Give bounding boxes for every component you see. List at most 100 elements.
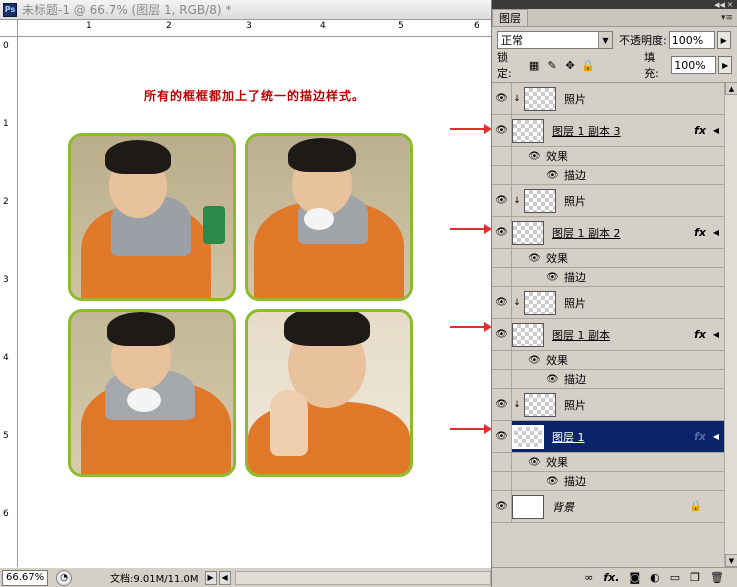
zoom-field[interactable]: 66.67% [2,569,48,586]
panel-menu-icon[interactable]: ▾≡ [721,13,733,23]
adjustment-layer-icon[interactable]: ◐ [650,571,660,584]
layer-row[interactable]: 👁 ↓ 照片 [492,83,724,115]
layer-name[interactable]: 照片 [564,193,586,209]
visibility-eye-icon[interactable]: 👁 [492,185,512,216]
chevron-down-icon[interactable]: ▼ [598,32,612,48]
effects-row[interactable]: 👁 效果 [492,453,724,472]
layer-thumbnail [512,494,544,519]
layer-name[interactable]: 图层 1 副本 3 [552,123,621,139]
photo-hand [270,390,308,456]
expand-effects-icon[interactable]: ◀ [713,228,719,237]
fill-slider-arrow-icon[interactable]: ▶ [718,56,732,74]
effects-eye-icon[interactable]: 👁 [528,151,544,162]
lock-paint-icon[interactable]: ✎ [546,59,558,72]
vertical-ruler[interactable]: 0 1 2 3 4 5 6 [0,37,18,567]
photo-frame-3[interactable] [68,309,236,477]
stroke-eye-icon[interactable]: 👁 [546,374,562,385]
panel-collapse-bar[interactable]: ◀◀ ✕ [492,0,737,9]
layer-name[interactable]: 照片 [564,91,586,107]
visibility-eye-icon[interactable]: 👁 [492,389,512,420]
fx-icon[interactable]: fx [694,430,706,443]
add-style-icon[interactable]: fx. [603,571,619,584]
horizontal-ruler[interactable]: 1 2 3 4 5 6 [18,20,491,37]
stroke-eye-icon[interactable]: 👁 [546,170,562,181]
photo-hair [105,140,171,174]
effects-row[interactable]: 👁 效果 [492,147,724,166]
layers-scrollbar[interactable]: ▲ ▼ [724,82,737,567]
visibility-eye-icon[interactable]: 👁 [492,115,512,146]
visibility-eye-icon[interactable]: 👁 [492,83,512,114]
stroke-effect-row[interactable]: 👁 描边 [492,268,724,287]
link-layers-icon[interactable]: ∞ [584,571,593,584]
stroke-effect-row[interactable]: 👁 描边 [492,166,724,185]
effects-row[interactable]: 👁 效果 [492,249,724,268]
visibility-eye-icon[interactable] [492,147,512,165]
lock-position-icon[interactable]: ✥ [564,59,576,72]
lock-transparency-icon[interactable]: ▦ [528,59,540,72]
add-mask-icon[interactable]: ◙ [629,571,640,584]
stroke-eye-icon[interactable]: 👁 [546,476,562,487]
scroll-left-icon[interactable]: ◀ [218,570,231,585]
stroke-eye-icon[interactable]: 👁 [546,272,562,283]
visibility-eye-icon[interactable] [492,370,512,388]
expand-effects-icon[interactable]: ◀ [713,432,719,441]
layer-row-selected[interactable]: 👁 图层 1 fx ◀ [492,421,724,453]
layer-row[interactable]: 👁 ↓ 照片 [492,185,724,217]
layer-row[interactable]: 👁 ↓ 照片 [492,389,724,421]
layer-row[interactable]: 👁 图层 1 副本 3 fx ◀ [492,115,724,147]
photo-frame-2[interactable] [245,133,413,301]
effects-eye-icon[interactable]: 👁 [528,253,544,264]
layer-row-background[interactable]: 👁 背景 🔒 [492,491,724,523]
photo-frame-1[interactable] [68,133,236,301]
visibility-eye-icon[interactable]: 👁 [492,319,512,350]
fill-input[interactable]: 100% [671,56,717,74]
effects-row[interactable]: 👁 效果 [492,351,724,370]
layer-name[interactable]: 照片 [564,295,586,311]
stroke-effect-row[interactable]: 👁 描边 [492,370,724,389]
expand-effects-icon[interactable]: ◀ [713,126,719,135]
visibility-eye-icon[interactable]: 👁 [492,491,512,522]
horizontal-scrollbar[interactable] [234,570,491,585]
lock-all-icon[interactable]: 🔒 [581,59,595,72]
effects-eye-icon[interactable]: 👁 [528,457,544,468]
status-info-icon[interactable]: ◔ [56,569,72,586]
layer-row[interactable]: 👁 图层 1 副本 fx ◀ [492,319,724,351]
tab-layers[interactable]: 图层 [492,9,528,26]
blend-mode-select[interactable]: 正常 ▼ [497,31,613,49]
effects-eye-icon[interactable]: 👁 [528,355,544,366]
layer-name[interactable]: 照片 [564,397,586,413]
new-group-icon[interactable]: ▭ [670,571,680,584]
scroll-down-icon[interactable]: ▼ [725,554,737,567]
visibility-eye-icon[interactable] [492,453,512,471]
status-menu-arrow-icon[interactable]: ▶ [204,570,217,585]
fx-icon[interactable]: fx [694,328,706,341]
layer-name[interactable]: 图层 1 副本 2 [552,225,621,241]
visibility-eye-icon[interactable] [492,166,512,184]
layer-row[interactable]: 👁 ↓ 照片 [492,287,724,319]
fx-icon[interactable]: fx [694,226,706,239]
scroll-up-icon[interactable]: ▲ [725,82,737,95]
document-title-bar[interactable]: Ps 未标题-1 @ 66.7% (图层 1, RGB/8) * [0,0,491,20]
visibility-eye-icon[interactable]: 👁 [492,217,512,248]
canvas[interactable]: 所有的框框都加上了统一的描边样式。 [18,37,491,567]
stroke-effect-row[interactable]: 👁 描边 [492,472,724,491]
layer-row[interactable]: 👁 图层 1 副本 2 fx ◀ [492,217,724,249]
visibility-eye-icon[interactable] [492,351,512,369]
visibility-eye-icon[interactable]: 👁 [492,421,512,452]
visibility-eye-icon[interactable] [492,249,512,267]
photo-frame-4[interactable] [245,309,413,477]
ruler-origin[interactable] [0,20,18,37]
delete-layer-icon[interactable]: 🗑 [710,571,724,584]
visibility-eye-icon[interactable] [492,472,512,490]
collapse-icon[interactable]: ◀◀ ✕ [714,1,733,9]
opacity-input[interactable]: 100% [668,31,715,49]
visibility-eye-icon[interactable] [492,268,512,286]
fx-icon[interactable]: fx [694,124,706,137]
expand-effects-icon[interactable]: ◀ [713,330,719,339]
new-layer-icon[interactable]: ❐ [690,571,700,584]
visibility-eye-icon[interactable]: 👁 [492,287,512,318]
layer-name[interactable]: 图层 1 [552,429,585,445]
layer-name[interactable]: 图层 1 副本 [552,327,610,343]
opacity-slider-arrow-icon[interactable]: ▶ [716,31,731,49]
layer-name[interactable]: 背景 [552,499,574,515]
